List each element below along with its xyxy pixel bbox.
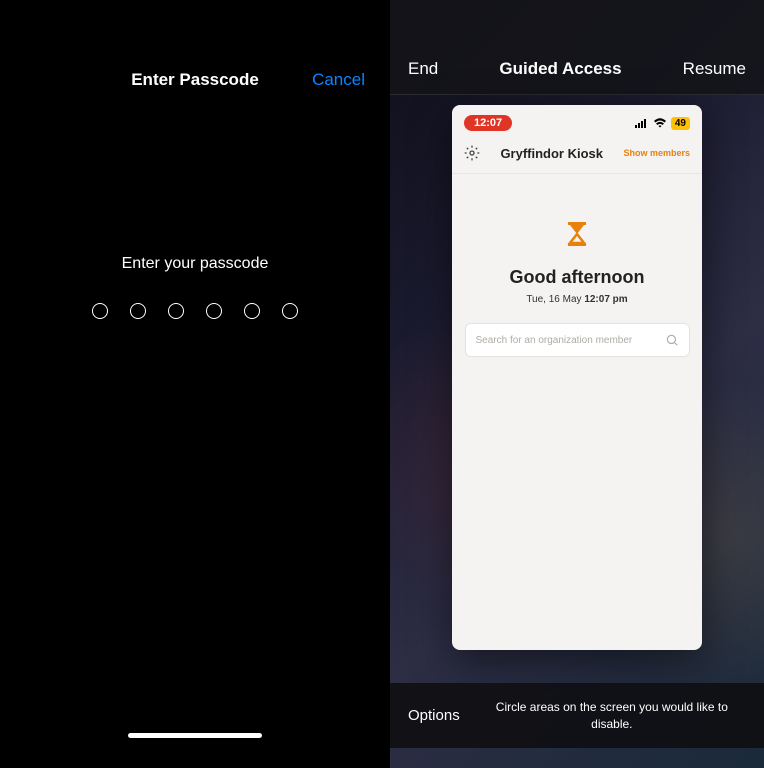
options-button[interactable]: Options (408, 707, 460, 724)
search-icon (665, 333, 679, 347)
status-bar: 12:07 49 (452, 105, 702, 135)
passcode-dot (206, 303, 222, 319)
end-button[interactable]: End (408, 59, 438, 79)
time-part: 12:07 pm (584, 294, 627, 305)
passcode-prompt: Enter your passcode (122, 255, 269, 273)
status-icons: 49 (635, 117, 690, 130)
passcode-dot (282, 303, 298, 319)
passcode-title: Enter Passcode (131, 70, 259, 90)
greeting-text: Good afternoon (510, 267, 645, 288)
datetime-text: Tue, 16 May 12:07 pm (526, 294, 627, 305)
resume-button[interactable]: Resume (683, 59, 746, 79)
show-members-link[interactable]: Show members (623, 148, 690, 158)
passcode-header: Enter Passcode Cancel (0, 0, 390, 90)
gear-icon[interactable] (464, 145, 480, 161)
guided-access-hint: Circle areas on the screen you would lik… (478, 699, 746, 733)
home-indicator[interactable] (128, 733, 262, 738)
cellular-signal-icon (635, 118, 649, 128)
guided-access-title: Guided Access (499, 59, 621, 79)
app-header: Gryffindor Kiosk Show members (452, 135, 702, 174)
guided-access-header: End Guided Access Resume (390, 0, 764, 95)
passcode-body: Enter your passcode (0, 255, 390, 319)
passcode-dot (130, 303, 146, 319)
guided-access-screen: End Guided Access Resume 12:07 49 (390, 0, 764, 768)
app-preview-card[interactable]: 12:07 49 Gryffindor Kiosk Show members (452, 105, 702, 650)
passcode-screen: Enter Passcode Cancel Enter your passcod… (0, 0, 390, 768)
search-placeholder: Search for an organization member (476, 335, 633, 346)
guided-access-footer: Options Circle areas on the screen you w… (390, 683, 764, 748)
recording-time-pill[interactable]: 12:07 (464, 115, 512, 131)
passcode-dot (244, 303, 260, 319)
date-part: Tue, 16 May (526, 294, 584, 305)
app-title: Gryffindor Kiosk (500, 146, 603, 161)
wifi-icon (653, 118, 667, 128)
battery-badge: 49 (671, 117, 690, 130)
passcode-dots[interactable] (92, 303, 298, 319)
kiosk-body: Good afternoon Tue, 16 May 12:07 pm Sear… (452, 174, 702, 357)
cancel-button[interactable]: Cancel (312, 70, 365, 90)
search-input[interactable]: Search for an organization member (465, 323, 690, 357)
passcode-dot (168, 303, 184, 319)
passcode-dot (92, 303, 108, 319)
hourglass-icon (566, 222, 588, 251)
